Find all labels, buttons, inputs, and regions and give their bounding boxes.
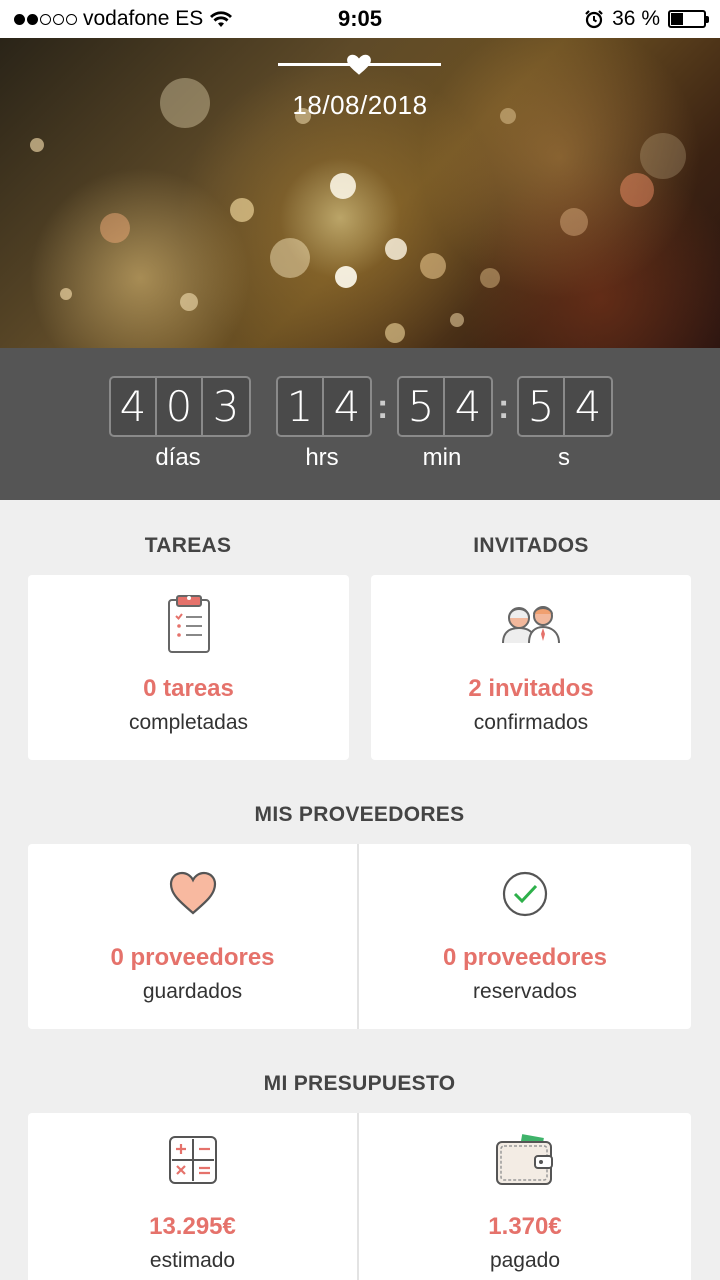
countdown: 4 0 3 1 4 : 5 4 : 5 4 días hrs min s	[0, 348, 720, 500]
days-digit: 4	[111, 378, 157, 435]
battery-icon	[668, 10, 709, 28]
guests-icon	[502, 606, 560, 644]
days-digit: 0	[157, 378, 203, 435]
tareas-title: TAREAS	[144, 534, 232, 557]
hero-banner: 18/08/2018	[0, 38, 720, 348]
clipboard-checklist-icon	[167, 595, 210, 653]
saved-providers-sub: guardados	[142, 980, 243, 1003]
paid-budget[interactable]: 1.370€ pagado	[359, 1113, 691, 1280]
days-digit: 3	[212, 382, 240, 431]
countdown-separator: :	[377, 388, 389, 426]
saved-providers[interactable]: 0 proveedores guardados	[28, 844, 357, 1029]
status-bar: vodafone ES 9:05 36 %	[0, 0, 720, 38]
countdown-separator: :	[498, 388, 510, 426]
booked-providers-sub: reservados	[473, 980, 577, 1003]
booked-providers[interactable]: 0 proveedores reservados	[359, 844, 691, 1029]
presupuesto-title: MI PRESUPUESTO	[263, 1072, 456, 1095]
saved-providers-value: 0 proveedores	[110, 944, 275, 971]
wallet-icon	[496, 1134, 553, 1185]
proveedores-title: MIS PROVEEDORES	[254, 803, 465, 826]
countdown-seconds: 5 4	[517, 376, 613, 437]
tareas-value: 0 tareas	[143, 675, 234, 702]
heart-icon	[169, 871, 216, 915]
countdown-days: 4 0 3	[109, 376, 251, 437]
days-label: días	[155, 444, 201, 471]
estimated-budget[interactable]: 13.295€ estimado	[28, 1113, 357, 1280]
proveedores-card: 0 proveedores guardados 0 proveedores re…	[28, 844, 691, 1029]
countdown-hours: 1 4	[276, 376, 372, 437]
minutes-label: min	[422, 444, 462, 471]
signal-strength-icon	[14, 13, 77, 25]
calculator-icon	[168, 1136, 217, 1184]
wedding-date: 18/08/2018	[292, 90, 428, 120]
status-right: 36 %	[426, 7, 709, 31]
wifi-icon	[210, 11, 233, 27]
tareas-card[interactable]: 0 tareas completadas	[28, 575, 349, 760]
presupuesto-card: 13.295€ estimado 1.370€ pagado	[28, 1113, 691, 1280]
invitados-card[interactable]: 2 invitados confirmados	[371, 575, 691, 760]
invitados-sub: confirmados	[473, 711, 589, 734]
status-left: vodafone ES	[14, 7, 294, 31]
hours-digit: 1	[278, 378, 324, 435]
heart-icon	[347, 54, 371, 75]
paid-budget-value: 1.370€	[488, 1213, 562, 1240]
estimated-budget-value: 13.295€	[149, 1213, 236, 1240]
invitados-title: INVITADOS	[473, 534, 589, 557]
battery-percent: 36 %	[612, 7, 660, 30]
check-circle-icon	[502, 871, 548, 917]
hours-label: hrs	[305, 444, 339, 471]
countdown-minutes: 5 4	[397, 376, 493, 437]
alarm-icon	[585, 10, 603, 29]
hours-digit: 4	[333, 382, 361, 431]
minutes-digit: 5	[399, 378, 445, 435]
seconds-digit: 4	[574, 382, 602, 431]
invitados-value: 2 invitados	[468, 675, 594, 702]
estimated-budget-sub: estimado	[149, 1249, 236, 1272]
seconds-digit: 5	[519, 378, 565, 435]
booked-providers-value: 0 proveedores	[442, 944, 608, 971]
minutes-digit: 4	[454, 382, 482, 431]
seconds-label: s	[558, 444, 570, 471]
status-time: 9:05	[337, 6, 383, 31]
paid-budget-sub: pagado	[489, 1249, 561, 1272]
tareas-sub: completadas	[128, 711, 249, 734]
carrier-name: vodafone ES	[83, 7, 204, 30]
